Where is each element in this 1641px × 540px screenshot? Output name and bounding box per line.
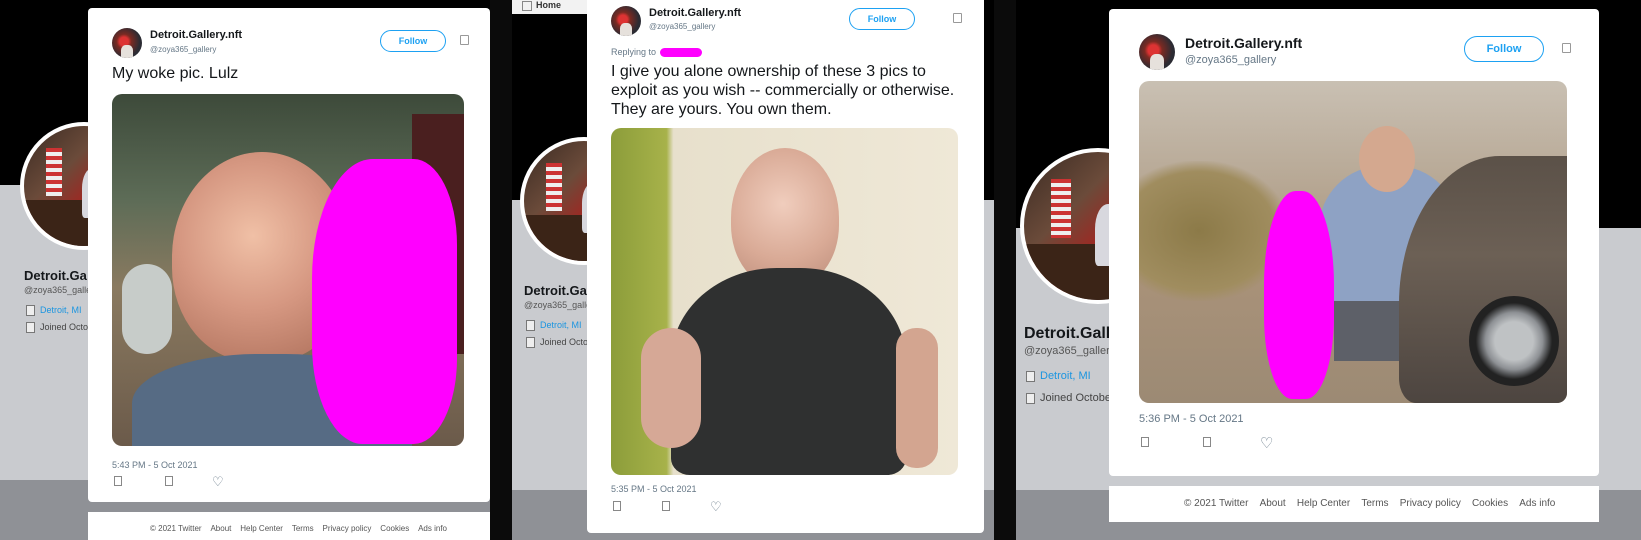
profile-name: Detroit.Ga xyxy=(524,283,587,298)
profile-joined: Joined Octob xyxy=(526,337,594,349)
footer-link-privacy[interactable]: Privacy policy xyxy=(1400,498,1461,509)
footer-copyright: © 2021 Twitter xyxy=(150,524,202,533)
tweet-author-handle[interactable]: @zoya365_gallery xyxy=(150,45,216,54)
panel-2: Home Detroit.Ga @zoya365_galle Detroit, … xyxy=(512,0,994,540)
photo-subject-head xyxy=(731,148,839,288)
profile-name: Detroit.Ga xyxy=(24,268,87,283)
photo-window xyxy=(122,264,172,354)
like-icon[interactable]: ♡ xyxy=(212,475,224,488)
profile-location[interactable]: Detroit, MI xyxy=(26,305,82,317)
tweet-author-name[interactable]: Detroit.Gallery.nft xyxy=(150,29,242,41)
calendar-icon xyxy=(526,337,535,349)
follow-button[interactable]: Follow xyxy=(380,30,446,52)
more-options-icon[interactable] xyxy=(953,13,962,23)
profile-joined: Joined Octob xyxy=(26,322,94,334)
tweet-timestamp[interactable]: 5:36 PM - 5 Oct 2021 xyxy=(1139,413,1244,425)
redaction-mark xyxy=(1264,191,1334,399)
nav-home[interactable]: Home xyxy=(536,0,561,10)
avatar[interactable] xyxy=(1139,34,1175,70)
replying-to-label: Replying to xyxy=(611,47,657,57)
footer-link-cookies[interactable]: Cookies xyxy=(1472,498,1508,509)
photo-subject-head xyxy=(1359,126,1415,192)
footer-link-privacy[interactable]: Privacy policy xyxy=(323,524,372,533)
site-footer: © 2021 Twitter About Help Center Terms P… xyxy=(1109,486,1599,522)
redacted-username xyxy=(660,48,703,58)
profile-joined-text: Joined Octobe xyxy=(1040,392,1111,404)
footer-link-terms[interactable]: Terms xyxy=(292,524,314,533)
profile-location-text[interactable]: Detroit, MI xyxy=(1040,370,1091,382)
reply-icon[interactable] xyxy=(114,476,122,486)
profile-joined-text: Joined Octob xyxy=(540,337,594,347)
tweet-text: I give you alone ownership of these 3 pi… xyxy=(611,63,955,118)
tweet-text: My woke pic. Lulz xyxy=(112,65,239,82)
tweet-timestamp[interactable]: 5:35 PM - 5 Oct 2021 xyxy=(611,484,697,494)
replying-to: Replying to xyxy=(611,47,703,58)
tweet-card: Detroit.Gallery.nft @zoya365_gallery Fol… xyxy=(88,8,490,502)
profile-joined: Joined Octobe xyxy=(1026,392,1111,404)
home-icon[interactable] xyxy=(522,1,532,11)
profile-joined-text: Joined Octob xyxy=(40,322,94,332)
footer-link-help-center[interactable]: Help Center xyxy=(240,524,283,533)
avatar[interactable] xyxy=(611,6,641,36)
profile-handle: @zoya365_galle xyxy=(524,300,592,310)
profile-location[interactable]: Detroit, MI xyxy=(526,320,582,332)
retweet-icon[interactable] xyxy=(1203,437,1211,447)
footer-link-ads-info[interactable]: Ads info xyxy=(1519,498,1555,509)
tweet-author-handle[interactable]: @zoya365_gallery xyxy=(1185,54,1276,66)
calendar-icon xyxy=(26,322,35,334)
profile-name: Detroit.Gall xyxy=(1024,325,1111,342)
profile-location-text[interactable]: Detroit, MI xyxy=(40,305,82,315)
like-icon[interactable]: ♡ xyxy=(1260,436,1273,451)
panel-3: Detroit.Gall @zoya365_gallery Detroit, M… xyxy=(1016,0,1641,540)
retweet-icon[interactable] xyxy=(165,476,173,486)
redaction-mark xyxy=(312,159,457,444)
tweet-photo[interactable] xyxy=(112,94,464,446)
tweet-photo[interactable] xyxy=(1139,81,1567,403)
calendar-icon xyxy=(1026,392,1035,404)
photo-subject-arm-right xyxy=(896,328,938,468)
photo-subject-arm xyxy=(641,328,701,448)
location-icon xyxy=(1026,370,1035,382)
tweet-card: Detroit.Gallery.nft @zoya365_gallery Fol… xyxy=(1109,9,1599,476)
tweet-photo[interactable] xyxy=(611,128,958,475)
like-icon[interactable]: ♡ xyxy=(710,500,722,513)
reply-icon[interactable] xyxy=(1141,437,1149,447)
tweet-author-handle[interactable]: @zoya365_gallery xyxy=(649,22,715,31)
avatar[interactable] xyxy=(112,28,142,58)
tweet-timestamp[interactable]: 5:43 PM - 5 Oct 2021 xyxy=(112,460,198,470)
site-footer: © 2021 Twitter About Help Center Terms P… xyxy=(88,512,490,540)
footer-copyright: © 2021 Twitter xyxy=(1184,498,1249,509)
photo-car-wheel xyxy=(1469,296,1559,386)
follow-button[interactable]: Follow xyxy=(849,8,915,30)
footer-link-cookies[interactable]: Cookies xyxy=(380,524,409,533)
more-options-icon[interactable] xyxy=(1562,43,1571,53)
panel-1: Detroit.Ga @zoya365_galle Detroit, MI Jo… xyxy=(0,0,490,540)
profile-location[interactable]: Detroit, MI xyxy=(1026,370,1091,382)
profile-location-text[interactable]: Detroit, MI xyxy=(540,320,582,330)
footer-link-terms[interactable]: Terms xyxy=(1361,498,1388,509)
footer-link-about[interactable]: About xyxy=(210,524,231,533)
location-icon xyxy=(26,305,35,317)
profile-handle: @zoya365_galle xyxy=(24,285,92,295)
retweet-icon[interactable] xyxy=(662,501,670,511)
tweet-author-name[interactable]: Detroit.Gallery.nft xyxy=(1185,35,1302,51)
footer-link-about[interactable]: About xyxy=(1260,498,1286,509)
follow-button[interactable]: Follow xyxy=(1464,36,1544,62)
footer-link-ads-info[interactable]: Ads info xyxy=(418,524,447,533)
more-options-icon[interactable] xyxy=(460,35,469,45)
reply-icon[interactable] xyxy=(613,501,621,511)
tweet-author-name[interactable]: Detroit.Gallery.nft xyxy=(649,7,741,19)
location-icon xyxy=(526,320,535,332)
profile-handle: @zoya365_gallery xyxy=(1024,345,1116,357)
photo-subject-shirt xyxy=(671,268,906,475)
tweet-card: Detroit.Gallery.nft @zoya365_gallery Fol… xyxy=(587,0,984,533)
footer-link-help-center[interactable]: Help Center xyxy=(1297,498,1350,509)
